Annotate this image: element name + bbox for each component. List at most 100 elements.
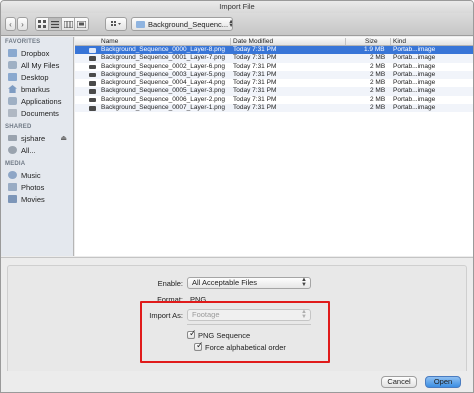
documents-icon [8,109,17,117]
file-name: Background_Sequence_0005_Layer-3.png [101,87,225,95]
file-name: Background_Sequence_0004_Layer-4.png [101,79,225,87]
file-size: 1.9 MB [364,46,385,53]
file-rows: Background_Sequence_0000_Layer-8.png Toda… [75,46,473,113]
png-file-icon [89,64,96,70]
table-row[interactable]: Background_Sequence_0004_Layer-4.png Toda… [75,79,473,87]
file-size: 2 MB [370,54,386,62]
sidebar-item-desktop[interactable]: Desktop [1,71,73,83]
sidebar-item-label: Desktop [21,72,49,82]
cover-flow-view-button[interactable] [75,18,88,30]
dialog-button-bar: Cancel Open [1,371,473,392]
file-kind: Portab...image [393,87,436,95]
cancel-button[interactable]: Cancel [381,376,417,388]
sidebar-item-applications[interactable]: Applications [1,95,73,107]
sidebar-item-label: Movies [21,194,45,204]
column-divider[interactable] [345,38,346,45]
music-icon [8,171,17,179]
sidebar-item-label: Dropbox [21,48,50,58]
forward-button[interactable]: › [17,17,28,31]
png-file-icon [89,97,96,103]
enable-select-value: All Acceptable Files [192,278,258,287]
photos-icon [8,183,17,191]
applications-icon [8,97,17,105]
list-view-icon [51,20,59,28]
arrange-button[interactable] [105,17,127,31]
file-date: Today 7:31 PM [233,87,277,95]
sidebar-item-label: bmarkus [21,84,50,94]
column-header-name[interactable]: Name [101,37,118,46]
column-divider[interactable] [230,38,231,45]
back-button[interactable]: ‹ [5,17,16,31]
window-title: Import File [1,1,473,13]
sidebar-item-label: All... [21,145,36,155]
chevron-right-icon: › [21,19,24,29]
file-kind: Portab...image [393,54,436,62]
file-date: Today 7:31 PM [233,54,277,62]
table-row[interactable]: Background_Sequence_0001_Layer-7.png Toda… [75,54,473,63]
sidebar-item-all-shared[interactable]: All... [1,144,73,156]
sidebar-header-media: MEDIA [5,161,26,167]
file-size: 2 MB [370,104,386,112]
file-name: Background_Sequence_0006_Layer-2.png [101,95,225,103]
table-row[interactable]: Background_Sequence_0005_Layer-3.png Toda… [75,87,473,96]
column-view-button[interactable] [62,18,75,30]
chevron-left-icon: ‹ [9,19,12,29]
network-icon [8,146,17,154]
sidebar-header-shared: SHARED [5,124,32,130]
sidebar-item-dropbox[interactable]: Dropbox [1,47,73,59]
sidebar-item-bmarkus[interactable]: bmarkus [1,83,73,95]
import-file-dialog: Import File ‹ › Background_Sequenc... FA… [0,0,474,393]
popup-arrows-icon: ▲▼ [228,19,232,29]
file-kind: Portab...image [393,79,436,87]
sidebar-item-documents[interactable]: Documents [1,107,73,119]
path-popup[interactable]: Background_Sequenc... ▲▼ [131,17,233,31]
png-file-icon [89,72,96,78]
column-header-date[interactable]: Date Modified [233,37,273,46]
sidebar-item-music[interactable]: Music [1,169,73,181]
column-header-row: Name Date Modified Size Kind [75,37,473,46]
file-list: Name Date Modified Size Kind Background_… [75,37,473,256]
eject-icon[interactable]: ⏏ [60,134,67,142]
sidebar-item-label: sjshare [21,133,46,143]
table-row[interactable]: Background_Sequence_0000_Layer-8.png Toda… [75,46,473,55]
file-date: Today 7:31 PM [233,95,277,103]
sidebar-item-label: Photos [21,182,45,192]
sidebar-item-sjshare[interactable]: sjshare ⏏ [1,132,73,144]
icon-view-icon [38,20,46,28]
enable-label: Enable: [157,279,183,288]
sidebar-item-all-my-files[interactable]: All My Files [1,59,73,71]
file-name: Background_Sequence_0003_Layer-5.png [101,70,225,78]
sidebar-item-label: All My Files [21,60,60,70]
enable-select[interactable]: All Acceptable Files ▲ ▼ [187,277,311,289]
column-header-size[interactable]: Size [365,37,378,46]
png-file-icon [89,89,96,94]
sidebar: FAVORITES Dropbox All My Files Desktop b… [1,37,74,256]
file-name: Background_Sequence_0001_Layer-7.png [101,54,225,62]
file-date: Today 7:31 PM [233,70,277,78]
all-files-icon [8,61,17,69]
table-row[interactable]: Background_Sequence_0006_Layer-2.png Toda… [75,96,473,104]
file-size: 2 MB [370,79,386,87]
column-view-icon [63,20,73,28]
column-header-kind[interactable]: Kind [393,37,406,46]
cover-flow-view-icon [77,20,86,28]
toolbar: ‹ › Background_Sequenc... ▲▼ [1,13,473,36]
file-kind: Portab...image [393,95,436,103]
folder-icon [136,20,145,28]
table-row[interactable]: Background_Sequence_0003_Layer-5.png Toda… [75,70,473,80]
table-row[interactable]: Background_Sequence_0007_Layer-1.png Toda… [75,104,473,113]
icon-view-button[interactable] [36,18,49,30]
file-date: Today 7:31 PM [233,62,277,70]
file-name: Background_Sequence_0000_Layer-8.png [101,46,225,53]
file-kind: Portab...image [393,104,436,112]
column-divider[interactable] [390,38,391,45]
sidebar-item-photos[interactable]: Photos [1,181,73,193]
table-row[interactable]: Background_Sequence_0002_Layer-6.png Toda… [75,63,473,71]
list-view-button[interactable] [49,18,62,30]
file-kind: Portab...image [393,46,436,53]
file-date: Today 7:31 PM [233,79,277,87]
open-button[interactable]: Open [425,376,461,388]
png-file-icon [89,56,96,61]
server-icon [8,135,17,141]
sidebar-item-movies[interactable]: Movies [1,193,73,205]
